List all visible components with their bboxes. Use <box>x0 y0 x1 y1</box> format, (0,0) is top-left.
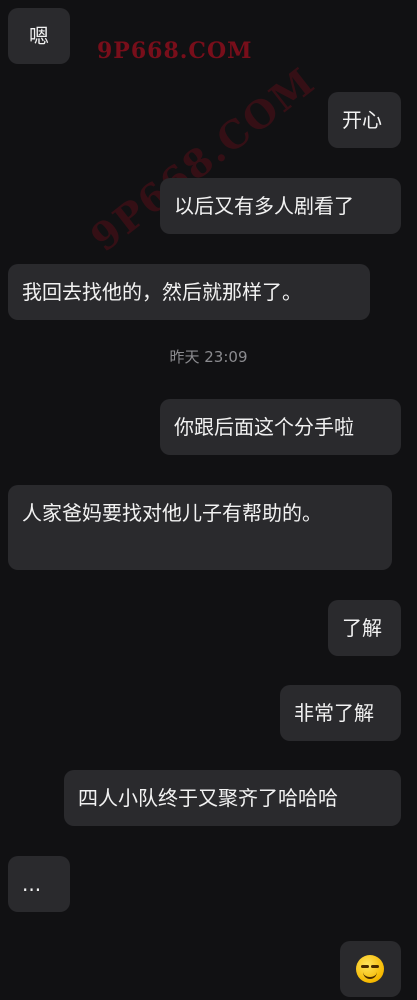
message-text: 你跟后面这个分手啦 <box>174 415 354 439</box>
message-bubble-sent[interactable]: 以后又有多人剧看了 <box>160 178 401 234</box>
message-bubble-sent[interactable]: 了解 <box>328 600 401 656</box>
message-bubble-sent[interactable]: 开心 <box>328 92 401 148</box>
message-bubble-received[interactable]: 人家爸妈要找对他儿子有帮助的。 <box>8 485 392 570</box>
message-bubble-received[interactable]: 我回去找他的，然后就那样了。 <box>8 264 370 320</box>
watermark-logo: 9P668.COM <box>97 38 253 64</box>
message-text: 人家爸妈要找对他儿子有帮助的。 <box>22 501 322 525</box>
message-bubble-sent[interactable] <box>340 941 401 997</box>
message-text: 嗯 <box>29 24 49 48</box>
message-text: 了解 <box>342 616 382 640</box>
message-text: 以后又有多人剧看了 <box>174 194 354 218</box>
message-text: 开心 <box>342 108 382 132</box>
message-text: ... <box>22 872 42 896</box>
message-bubble-sent[interactable]: 非常了解 <box>280 685 401 741</box>
message-bubble-received[interactable]: ... <box>8 856 70 912</box>
grinning-face-emoji-icon <box>356 955 384 983</box>
message-text: 四人小队终于又聚齐了哈哈哈 <box>78 786 338 810</box>
message-bubble-received[interactable]: 嗯 <box>8 8 70 64</box>
message-text: 非常了解 <box>294 701 374 725</box>
message-text: 我回去找他的，然后就那样了。 <box>22 280 302 304</box>
message-timestamp: 昨天 23:09 <box>169 348 248 366</box>
message-bubble-sent[interactable]: 四人小队终于又聚齐了哈哈哈 <box>64 770 401 826</box>
message-bubble-sent[interactable]: 你跟后面这个分手啦 <box>160 399 401 455</box>
